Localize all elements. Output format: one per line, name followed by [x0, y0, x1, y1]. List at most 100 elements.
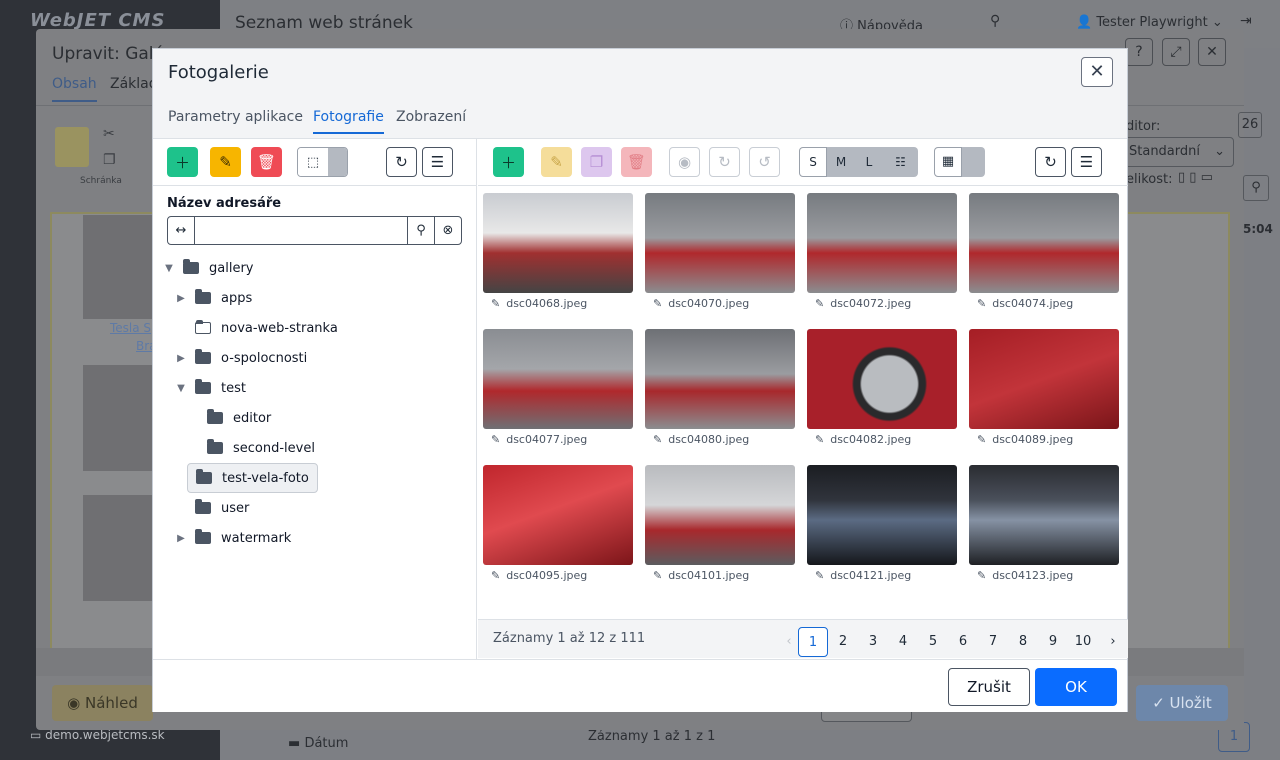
add-photo-button[interactable]: ＋: [493, 147, 524, 177]
photo-caption[interactable]: ✎ dsc04121.jpeg: [815, 569, 911, 582]
photo-caption[interactable]: ✎ dsc04101.jpeg: [653, 569, 749, 582]
expand-width-icon[interactable]: ↔: [168, 217, 195, 244]
photo-caption[interactable]: ✎ dsc04095.jpeg: [491, 569, 587, 582]
photo-caption[interactable]: ✎ dsc04080.jpeg: [653, 433, 749, 446]
dir-search-input[interactable]: [195, 217, 407, 244]
photo-caption[interactable]: ✎ dsc04072.jpeg: [815, 297, 911, 310]
tab-photos[interactable]: Fotografie: [313, 109, 384, 134]
photo-caption[interactable]: ✎ dsc04089.jpeg: [977, 433, 1073, 446]
tab-content[interactable]: Obsah: [52, 76, 97, 102]
add-folder-button[interactable]: ＋: [167, 147, 198, 177]
close-icon[interactable]: ✕: [1198, 38, 1226, 66]
photo-thumb[interactable]: [807, 329, 957, 429]
tree-item-test[interactable]: ▼ test: [175, 374, 246, 402]
view-photo-button[interactable]: ◉: [669, 147, 700, 177]
search-icon[interactable]: ⚲: [407, 217, 434, 244]
tree-item-watermark[interactable]: ▶ watermark: [175, 524, 291, 552]
page-8[interactable]: 8: [1008, 627, 1038, 657]
caret-right-icon[interactable]: ▶: [175, 293, 187, 304]
editor-caption[interactable]: Tesla S: [110, 321, 151, 335]
cancel-button[interactable]: Zrušit: [948, 668, 1030, 706]
tree-item-o-spolocnosti[interactable]: ▶ o-spolocnosti: [175, 344, 307, 372]
caret-down-icon[interactable]: ▼: [175, 383, 187, 394]
photo-caption[interactable]: ✎ dsc04123.jpeg: [977, 569, 1073, 582]
search-icon[interactable]: ⚲: [990, 13, 1000, 29]
copy-icon[interactable]: ❐: [103, 152, 116, 168]
photo-thumb[interactable]: [645, 329, 795, 429]
delete-photo-button[interactable]: 🗑: [621, 147, 652, 177]
device-icons[interactable]: ▯ ▯ ▭: [1178, 170, 1213, 185]
photo-thumb[interactable]: [645, 193, 795, 293]
photo-caption[interactable]: ✎ dsc04074.jpeg: [977, 297, 1073, 310]
list-view-icon[interactable]: ☷: [883, 147, 918, 177]
tree-item-user[interactable]: user: [195, 494, 249, 522]
photo-thumb[interactable]: [807, 193, 957, 293]
page-2[interactable]: 2: [828, 627, 858, 657]
page-3[interactable]: 3: [858, 627, 888, 657]
preview-button[interactable]: ◉ Náhled: [52, 685, 153, 721]
page-4[interactable]: 4: [888, 627, 918, 657]
cut-icon[interactable]: ✂: [103, 126, 115, 142]
user-menu[interactable]: 👤 Tester Playwright ⌄: [1076, 15, 1223, 30]
logout-icon[interactable]: ⇥: [1240, 13, 1252, 29]
editor-image[interactable]: [83, 495, 153, 601]
page-1[interactable]: 1: [798, 627, 828, 657]
close-button[interactable]: ✕: [1081, 57, 1113, 87]
edit-photo-button[interactable]: ✎: [541, 147, 572, 177]
page-6[interactable]: 6: [948, 627, 978, 657]
clear-icon[interactable]: ⊗: [434, 217, 461, 244]
photo-thumb[interactable]: [483, 329, 633, 429]
photo-thumb[interactable]: [969, 465, 1119, 565]
page-10[interactable]: 10: [1068, 627, 1098, 657]
save-button[interactable]: ✓ Uložit: [1136, 685, 1228, 721]
tab-app-params[interactable]: Parametry aplikace: [168, 109, 303, 132]
tree-item-gallery[interactable]: ▼ gallery: [163, 254, 253, 282]
search-icon[interactable]: ⚲: [1243, 175, 1269, 201]
editor-select[interactable]: Standardní ⌄: [1120, 137, 1234, 167]
editor-image[interactable]: [83, 365, 153, 471]
photo-settings-button[interactable]: ☰: [1071, 147, 1102, 177]
tab-basic[interactable]: Základ: [110, 76, 158, 92]
select-toggle[interactable]: ⬚: [297, 147, 348, 177]
photo-thumb[interactable]: [969, 329, 1119, 429]
photo-thumb[interactable]: [807, 465, 957, 565]
caret-right-icon[interactable]: ▶: [175, 533, 187, 544]
photo-thumb[interactable]: [483, 193, 633, 293]
duplicate-photo-button[interactable]: ❐: [581, 147, 612, 177]
domain-selector[interactable]: ▭ demo.webjetcms.sk: [30, 728, 165, 742]
tree-item-second-level[interactable]: second-level: [207, 434, 315, 462]
table-view-toggle[interactable]: ▦: [934, 147, 985, 177]
size-m-button[interactable]: M: [827, 147, 855, 177]
photo-caption[interactable]: ✎ dsc04077.jpeg: [491, 433, 587, 446]
photo-caption[interactable]: ✎ dsc04068.jpeg: [491, 297, 587, 310]
size-l-button[interactable]: L: [855, 147, 883, 177]
editor-image[interactable]: [83, 215, 153, 319]
refresh-photos-button[interactable]: ↻: [1035, 147, 1066, 177]
edit-folder-button[interactable]: ✎: [210, 147, 241, 177]
page-9[interactable]: 9: [1038, 627, 1068, 657]
tab-display[interactable]: Zobrazení: [396, 109, 466, 132]
photo-caption[interactable]: ✎ dsc04082.jpeg: [815, 433, 911, 446]
folder-settings-button[interactable]: ☰: [422, 147, 453, 177]
delete-folder-button[interactable]: 🗑: [251, 147, 282, 177]
photo-thumb[interactable]: [483, 465, 633, 565]
refresh-folders-button[interactable]: ↻: [386, 147, 417, 177]
next-page-button[interactable]: ›: [1098, 627, 1128, 657]
paste-icon[interactable]: [55, 127, 89, 167]
tree-item-editor[interactable]: editor: [207, 404, 271, 432]
size-s-button[interactable]: S: [799, 147, 827, 177]
photo-caption[interactable]: ✎ dsc04070.jpeg: [653, 297, 749, 310]
rotate-right-button[interactable]: ↻: [709, 147, 740, 177]
caret-right-icon[interactable]: ▶: [175, 353, 187, 364]
caret-down-icon[interactable]: ▼: [163, 263, 175, 274]
tree-item-nova-web-stranka[interactable]: nova-web-stranka: [195, 314, 338, 342]
page-5[interactable]: 5: [918, 627, 948, 657]
help-icon[interactable]: ?: [1125, 38, 1153, 66]
tree-item-test-vela-foto[interactable]: test-vela-foto: [187, 463, 318, 493]
page-7[interactable]: 7: [978, 627, 1008, 657]
fullscreen-icon[interactable]: ⤢: [1162, 38, 1190, 66]
tree-item-apps[interactable]: ▶ apps: [175, 284, 252, 312]
ok-button[interactable]: OK: [1035, 668, 1117, 706]
photo-thumb[interactable]: [969, 193, 1119, 293]
photo-thumb[interactable]: [645, 465, 795, 565]
